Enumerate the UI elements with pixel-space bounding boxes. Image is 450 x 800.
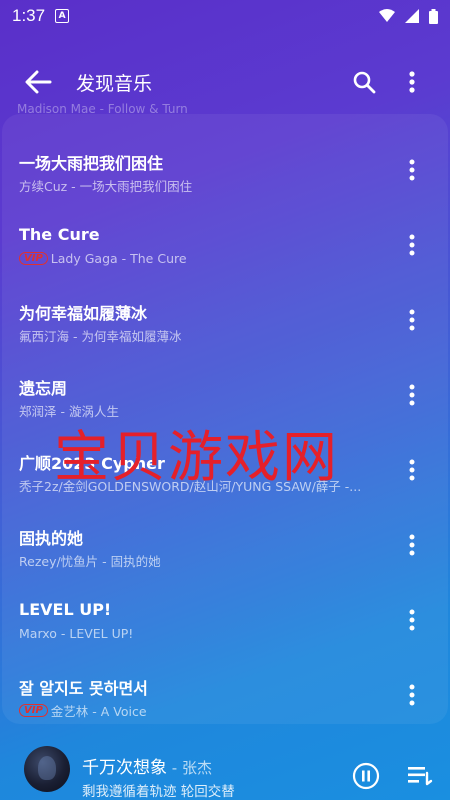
now-playing-title: 千万次想象 - 张杰: [82, 753, 212, 778]
song-subtitle: VIP Lady Gaga - The Cure: [19, 251, 187, 266]
vip-badge: VIP: [19, 252, 48, 265]
pause-button[interactable]: [352, 762, 380, 790]
song-title: LEVEL UP!: [19, 600, 112, 619]
song-more-button[interactable]: [392, 375, 432, 415]
overflow-menu-button[interactable]: [388, 58, 436, 106]
app-actions: [340, 58, 436, 106]
notification-a-icon: A: [55, 9, 70, 23]
more-vertical-icon: [409, 684, 415, 706]
now-playing-separator: -: [167, 759, 182, 777]
search-button[interactable]: [340, 58, 388, 106]
list-item[interactable]: LEVEL UP! Marxo - LEVEL UP!: [2, 600, 448, 675]
playlist-button[interactable]: [406, 764, 434, 792]
song-artist-album: 氟西汀海 - 为何幸福如履薄冰: [19, 329, 182, 344]
playlist-icon: [408, 767, 433, 786]
more-vertical-icon: [409, 234, 415, 256]
status-time: 1:37: [12, 6, 46, 25]
vip-badge: VIP: [19, 704, 48, 717]
watermark: 宝贝游戏网: [54, 425, 340, 489]
more-vertical-icon: [409, 609, 415, 631]
more-vertical-icon: [409, 309, 415, 331]
mini-player[interactable]: 千万次想象 - 张杰 剩我遵循着轨迹 轮回交替: [0, 740, 450, 800]
song-subtitle: Marxo - LEVEL UP!: [19, 626, 133, 641]
song-subtitle: 氟西汀海 - 为何幸福如履薄冰: [19, 326, 181, 345]
more-vertical-icon: [409, 71, 415, 93]
song-title: 固执的她: [19, 529, 84, 548]
song-title: 为何幸福如履薄冰: [19, 304, 148, 323]
list-item[interactable]: 잘 알지도 못하면서 VIP 金艺林 - A Voice: [2, 675, 448, 724]
song-title: The Cure: [19, 225, 100, 244]
list-item[interactable]: 一场大雨把我们困住 方续Cuz - 一场大雨把我们困住: [2, 150, 448, 225]
song-more-button[interactable]: [392, 225, 432, 265]
wifi-icon: [379, 9, 395, 22]
song-subtitle: Rezey/忧鱼片 - 固执的她: [19, 551, 161, 570]
more-vertical-icon: [409, 534, 415, 556]
song-title: 遗忘周: [19, 379, 68, 398]
song-artist-album: Lady Gaga - The Cure: [50, 251, 187, 266]
song-more-button[interactable]: [392, 600, 432, 640]
song-artist-album: 方续Cuz - 一场大雨把我们困住: [19, 179, 193, 194]
status-bar: 1:37 A: [0, 0, 450, 32]
page-title: 发现音乐: [76, 72, 153, 95]
list-item[interactable]: 固执的她 Rezey/忧鱼片 - 固执的她: [2, 525, 448, 600]
song-artist-album: Marxo - LEVEL UP!: [19, 626, 134, 641]
battery-icon: [429, 8, 438, 24]
list-item[interactable]: The Cure VIP Lady Gaga - The Cure: [2, 225, 448, 300]
song-artist-album: Rezey/忧鱼片 - 固执的她: [19, 554, 161, 569]
more-vertical-icon: [409, 459, 415, 481]
arrow-left-icon: [25, 70, 52, 94]
search-icon: [353, 71, 376, 94]
pause-circle-icon: [352, 762, 380, 790]
signal-icon: [405, 9, 419, 23]
song-more-button[interactable]: [392, 150, 432, 190]
more-vertical-icon: [409, 159, 415, 181]
song-subtitle: VIP 金艺林 - A Voice: [19, 701, 147, 720]
list-item[interactable]: 为何幸福如履薄冰 氟西汀海 - 为何幸福如履薄冰: [2, 300, 448, 375]
status-icons: [379, 8, 438, 24]
now-playing-song: 千万次想象: [82, 758, 167, 778]
song-more-button[interactable]: [392, 300, 432, 340]
now-playing-artist: 张杰: [181, 759, 212, 777]
song-title: 잘 알지도 못하면서: [19, 679, 148, 698]
album-cover[interactable]: [24, 746, 70, 792]
song-artist-album: 金艺林 - A Voice: [50, 704, 147, 719]
song-more-button[interactable]: [392, 450, 432, 490]
now-playing-lyric: 剩我遵循着轨迹 轮回交替: [82, 784, 235, 800]
song-more-button[interactable]: [392, 525, 432, 565]
more-vertical-icon: [409, 384, 415, 406]
song-title: 一场大雨把我们困住: [19, 154, 164, 173]
song-subtitle: 方续Cuz - 一场大雨把我们困住: [19, 176, 192, 195]
song-more-button[interactable]: [392, 675, 432, 715]
